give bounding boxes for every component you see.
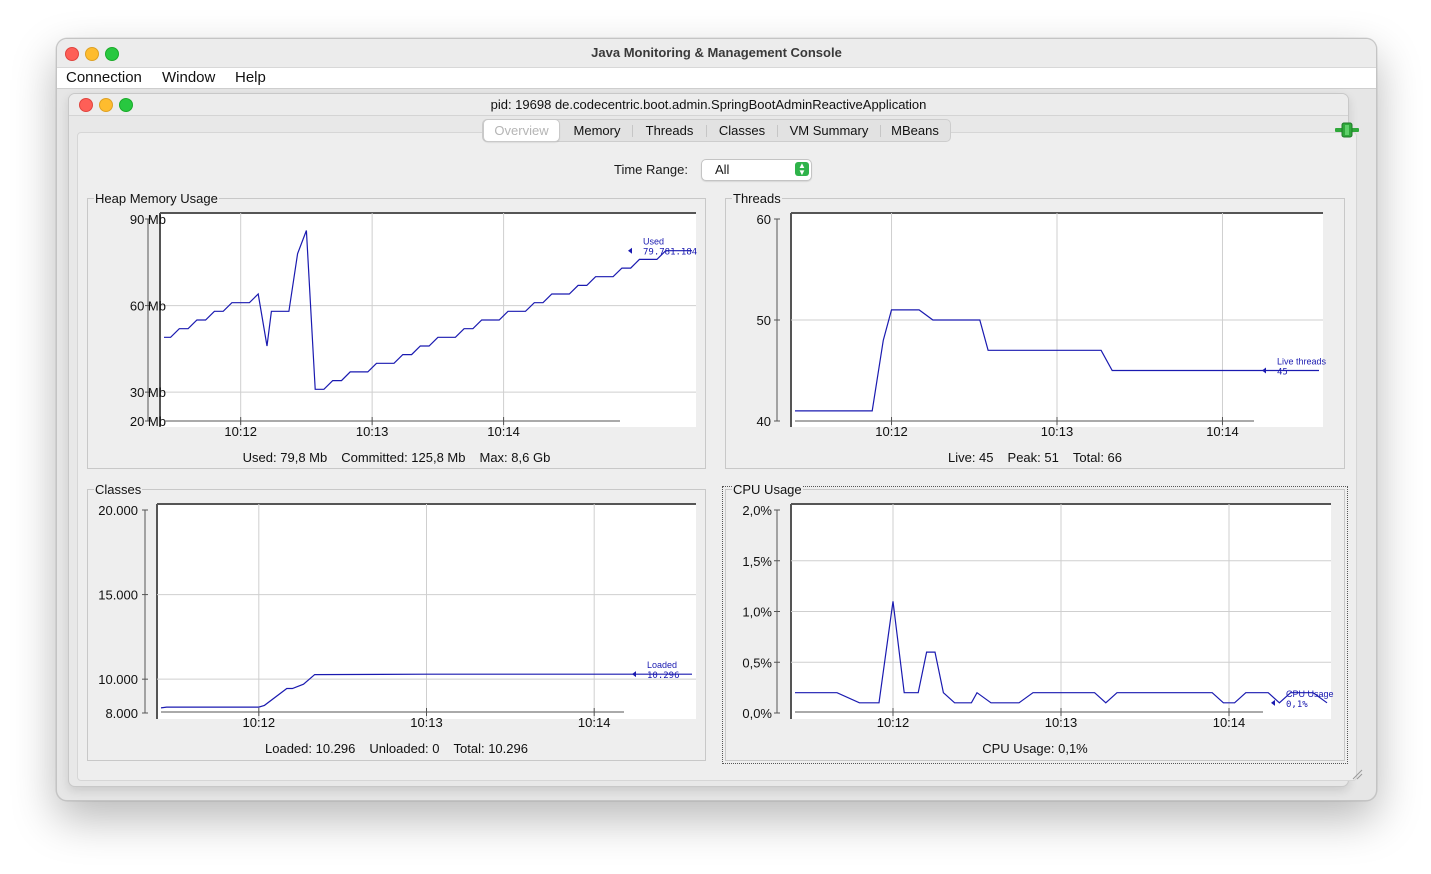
classes-panel[interactable]: Classes 10:12 10:13 10:14 20.000 15.000 10.00… — [87, 482, 706, 761]
heap-legend-name: Used — [643, 237, 664, 247]
cpu-xtick-label: 10:12 — [877, 715, 910, 730]
heap-xtick-label: 10:14 — [487, 424, 520, 439]
classes-legend-value: 10.296 — [647, 671, 680, 681]
cpu-ytick-label: 1,0% — [742, 605, 772, 620]
heap-legend-value: 79.781.184 — [643, 248, 697, 258]
window-title: Java Monitoring & Management Console — [591, 45, 842, 60]
threads-xtick-label: 10:14 — [1206, 424, 1239, 439]
heap-committed-text: Committed: 125,8 Mb — [341, 450, 466, 465]
cpu-ytick-label: 2,0% — [742, 503, 772, 518]
threads-xtick-label: 10:13 — [1041, 424, 1074, 439]
tab-memory[interactable]: Memory — [562, 120, 632, 141]
cpu-usage-text: CPU Usage: 0,1% — [982, 741, 1088, 756]
threads-summary: Live: 45 Peak: 51 Total: 66 — [726, 450, 1344, 465]
tab-threads[interactable]: Threads — [633, 120, 706, 141]
time-range-label: Time Range: — [614, 162, 688, 177]
classes-xtick-label: 10:14 — [578, 715, 611, 730]
cpu-usage-panel[interactable]: CPU Usage 10:12 10:13 10:14 2,0% 1,5% 1,0% 0,5… — [722, 482, 1348, 764]
threads-xtick-label: 10:12 — [875, 424, 908, 439]
select-arrows-icon: ▲ ▼ — [795, 162, 809, 177]
menu-connection[interactable]: Connection — [66, 69, 142, 86]
heap-chart: 10:12 10:13 10:1490 Mb60 Mb30 Mb20 MbUsed7… — [130, 212, 697, 439]
threads-ytick-label: 40 — [757, 414, 771, 429]
classes-unloaded-text: Unloaded: 0 — [369, 741, 440, 756]
threads-legend-value: 45 — [1277, 368, 1288, 378]
classes-ytick-label: 20.000 — [98, 503, 138, 518]
classes-total-text: Total: 10.296 — [453, 741, 528, 756]
threads-panel[interactable]: Threads 10:12 10:13 10:14 60 50 40 Live thread… — [725, 191, 1345, 469]
classes-xtick-label: 10:13 — [410, 715, 443, 730]
threads-chart: 10:12 10:13 10:14 60 50 40 Live threads45 — [757, 212, 1327, 439]
heap-xtick-label: 10:12 — [224, 424, 257, 439]
heap-summary: Used: 79,8 Mb Committed: 125,8 Mb Max: 8,6… — [88, 450, 705, 465]
classes-loaded-text: Loaded: 10.296 — [265, 741, 356, 756]
internal-frame-titlebar[interactable]: pid: 19698 de.codecentric.boot.admin.Spr… — [69, 94, 1348, 116]
cpu-summary: CPU Usage: 0,1% — [726, 741, 1344, 756]
menubar: Connection Window Help — [57, 68, 1376, 89]
cpu-ytick-label: 1,5% — [742, 554, 772, 569]
time-range-value: All — [715, 162, 730, 177]
threads-ytick-label: 50 — [757, 313, 771, 328]
menu-help[interactable]: Help — [235, 69, 266, 86]
tab-vm-summary[interactable]: VM Summary — [778, 120, 880, 141]
threads-total-text: Total: 66 — [1072, 450, 1123, 465]
tab-mbeans[interactable]: MBeans — [881, 120, 949, 141]
classes-summary: Loaded: 10.296 Unloaded: 0 Total: 10.296 — [88, 741, 705, 756]
threads-live-text: Live: 45 — [947, 450, 994, 465]
heap-used-text: Used: 79,8 Mb — [242, 450, 328, 465]
classes-legend-name: Loaded — [647, 660, 677, 670]
heap-memory-panel[interactable]: Heap Memory Usage 10:12 10:13 10:14 90 Mb 60… — [87, 191, 706, 469]
cpu-ytick-label: 0,0% — [742, 706, 772, 721]
connection-title: pid: 19698 de.codecentric.boot.admin.Spr… — [490, 97, 927, 112]
resize-grip-icon[interactable] — [1351, 768, 1363, 780]
classes-chart: 10:12 10:13 10:14 20.000 15.000 10.000 8.000 Lo… — [98, 503, 696, 730]
time-range-select[interactable]: All ▲ ▼ — [701, 159, 812, 181]
cpu-xtick-label: 10:13 — [1045, 715, 1078, 730]
classes-ytick-label: 15.000 — [98, 588, 138, 603]
classes-xtick-label: 10:12 — [243, 715, 276, 730]
heap-xtick-label: 10:13 — [356, 424, 389, 439]
cpu-legend-name: CPU Usage — [1286, 689, 1334, 699]
cpu-legend-value: 0,1% — [1286, 700, 1308, 710]
tab-overview[interactable]: Overview — [483, 119, 560, 142]
tab-classes[interactable]: Classes — [707, 120, 777, 141]
heap-max-text: Max: 8,6 Gb — [479, 450, 551, 465]
classes-ytick-label: 8.000 — [105, 706, 138, 721]
cpu-xtick-label: 10:14 — [1213, 715, 1246, 730]
threads-legend-name: Live threads — [1277, 357, 1327, 367]
window-titlebar[interactable]: Java Monitoring & Management Console — [57, 39, 1376, 68]
classes-ytick-label: 10.000 — [98, 672, 138, 687]
threads-ytick-label: 60 — [757, 212, 771, 227]
tab-bar: Overview Memory Threads Classes VM Summa… — [482, 119, 951, 142]
menu-window[interactable]: Window — [162, 69, 215, 86]
cpu-chart: 10:12 10:13 10:14 2,0% 1,5% 1,0% 0,5% 0,0% CPU U… — [742, 503, 1334, 730]
threads-peak-text: Peak: 51 — [1007, 450, 1059, 465]
connection-status-icon[interactable] — [1335, 122, 1359, 138]
cpu-ytick-label: 0,5% — [742, 655, 772, 670]
